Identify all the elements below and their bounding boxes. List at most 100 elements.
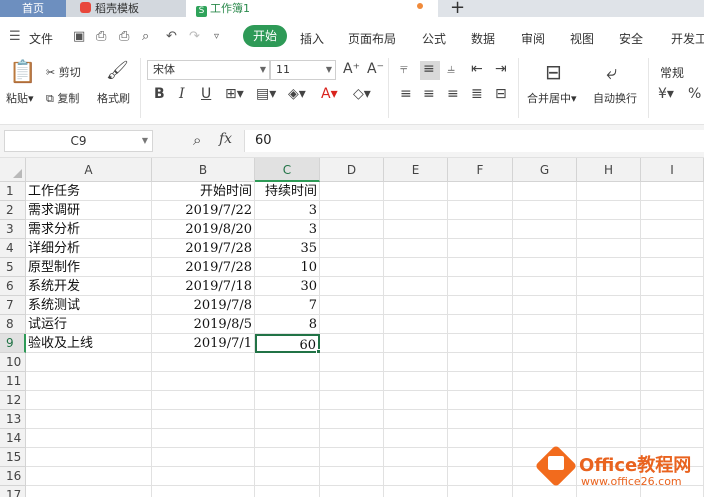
cell-f1[interactable] (448, 182, 513, 201)
undo-icon[interactable]: ↶ (166, 29, 177, 44)
column-header-c[interactable]: C (255, 158, 320, 182)
cell-g13[interactable] (513, 410, 577, 429)
cell-c12[interactable] (255, 391, 320, 410)
align-left-icon[interactable]: ≡ (400, 86, 412, 102)
cell-c14[interactable] (255, 429, 320, 448)
cell-g2[interactable] (513, 201, 577, 220)
cell-c16[interactable] (255, 467, 320, 486)
customize-chevron-icon[interactable]: ▿ (214, 31, 219, 42)
row-header-10[interactable]: 10 (0, 353, 26, 372)
wrap-text-icon[interactable]: ⤶ (606, 60, 617, 84)
tab-home[interactable]: 首页 (0, 0, 66, 17)
function-icon[interactable]: fx (219, 131, 232, 147)
cell-g10[interactable] (513, 353, 577, 372)
cell-d9[interactable] (320, 334, 384, 353)
formula-input[interactable]: 60 (244, 130, 704, 152)
cell-a3[interactable]: 需求分析 (26, 220, 152, 239)
row-header-5[interactable]: 5 (0, 258, 26, 277)
column-header-e[interactable]: E (384, 158, 448, 182)
cell-style-icon[interactable]: ▤▾ (256, 86, 276, 102)
cell-d11[interactable] (320, 372, 384, 391)
redo-icon[interactable]: ↷ (189, 29, 200, 44)
cell-b7[interactable]: 2019/7/8 (152, 296, 255, 315)
column-header-d[interactable]: D (320, 158, 384, 182)
row-header-1[interactable]: 1 (0, 182, 26, 201)
paste-button[interactable]: 粘贴▾ (6, 90, 34, 106)
cell-b1[interactable]: 开始时间 (152, 182, 255, 201)
cell-i7[interactable] (641, 296, 704, 315)
cell-c11[interactable] (255, 372, 320, 391)
align-center-icon[interactable]: ≡ (423, 86, 435, 102)
cell-g6[interactable] (513, 277, 577, 296)
cell-c13[interactable] (255, 410, 320, 429)
cell-h9[interactable] (577, 334, 641, 353)
decrease-font-icon[interactable]: A⁻ (367, 61, 384, 77)
font-size-select[interactable]: 11 ▼ (270, 60, 336, 80)
cell-h6[interactable] (577, 277, 641, 296)
cell-g11[interactable] (513, 372, 577, 391)
row-header-17[interactable]: 17 (0, 486, 26, 497)
print-icon[interactable]: ⎙ (119, 29, 129, 44)
cell-a2[interactable]: 需求调研 (26, 201, 152, 220)
cell-i13[interactable] (641, 410, 704, 429)
cell-d17[interactable] (320, 486, 384, 497)
cell-d5[interactable] (320, 258, 384, 277)
row-header-9[interactable]: 9 (0, 334, 26, 353)
print-preview-icon[interactable]: ⌕ (142, 29, 149, 44)
cell-g12[interactable] (513, 391, 577, 410)
italic-button[interactable]: I (179, 86, 185, 102)
cell-c17[interactable] (255, 486, 320, 497)
menu-file[interactable]: 文件 (29, 30, 53, 47)
cell-e4[interactable] (384, 239, 448, 258)
cell-d16[interactable] (320, 467, 384, 486)
cell-h10[interactable] (577, 353, 641, 372)
hamburger-icon[interactable]: ☰ (9, 29, 21, 44)
cell-h14[interactable] (577, 429, 641, 448)
row-header-6[interactable]: 6 (0, 277, 26, 296)
cell-h3[interactable] (577, 220, 641, 239)
row-header-13[interactable]: 13 (0, 410, 26, 429)
cell-g3[interactable] (513, 220, 577, 239)
menu-view[interactable]: 视图 (570, 30, 594, 47)
cell-h2[interactable] (577, 201, 641, 220)
cell-h1[interactable] (577, 182, 641, 201)
name-box[interactable]: C9 ▼ (4, 130, 153, 152)
cell-g8[interactable] (513, 315, 577, 334)
align-top-icon[interactable]: ⫧ (400, 61, 408, 77)
column-header-a[interactable]: A (26, 158, 152, 182)
cell-f7[interactable] (448, 296, 513, 315)
paste-icon[interactable]: 📋 (9, 60, 36, 85)
cell-i12[interactable] (641, 391, 704, 410)
cell-h11[interactable] (577, 372, 641, 391)
merge-center-button[interactable]: 合并居中▾ (527, 90, 577, 106)
cell-c8[interactable]: 8 (255, 315, 320, 334)
cell-i14[interactable] (641, 429, 704, 448)
cell-a7[interactable]: 系统测试 (26, 296, 152, 315)
cell-e14[interactable] (384, 429, 448, 448)
cell-i9[interactable] (641, 334, 704, 353)
increase-font-icon[interactable]: A⁺ (343, 61, 360, 77)
tab-daoke-templates[interactable]: 稻壳模板 (66, 0, 186, 17)
cell-b6[interactable]: 2019/7/18 (152, 277, 255, 296)
cell-g4[interactable] (513, 239, 577, 258)
cell-b16[interactable] (152, 467, 255, 486)
cell-d1[interactable] (320, 182, 384, 201)
cell-g5[interactable] (513, 258, 577, 277)
cell-f11[interactable] (448, 372, 513, 391)
distribute-icon[interactable]: ⊟ (495, 86, 507, 102)
cell-i6[interactable] (641, 277, 704, 296)
cell-b17[interactable] (152, 486, 255, 497)
clear-format-icon[interactable]: ◇▾ (353, 86, 371, 102)
cell-d15[interactable] (320, 448, 384, 467)
align-bottom-icon[interactable]: ⫨ (447, 61, 455, 77)
merge-center-icon[interactable]: ⊟ (545, 60, 562, 84)
cell-i2[interactable] (641, 201, 704, 220)
cell-c4[interactable]: 35 (255, 239, 320, 258)
cell-e6[interactable] (384, 277, 448, 296)
cell-e3[interactable] (384, 220, 448, 239)
align-right-icon[interactable]: ≡ (447, 86, 459, 102)
cell-f2[interactable] (448, 201, 513, 220)
cell-a17[interactable] (26, 486, 152, 497)
cell-e5[interactable] (384, 258, 448, 277)
cell-a13[interactable] (26, 410, 152, 429)
